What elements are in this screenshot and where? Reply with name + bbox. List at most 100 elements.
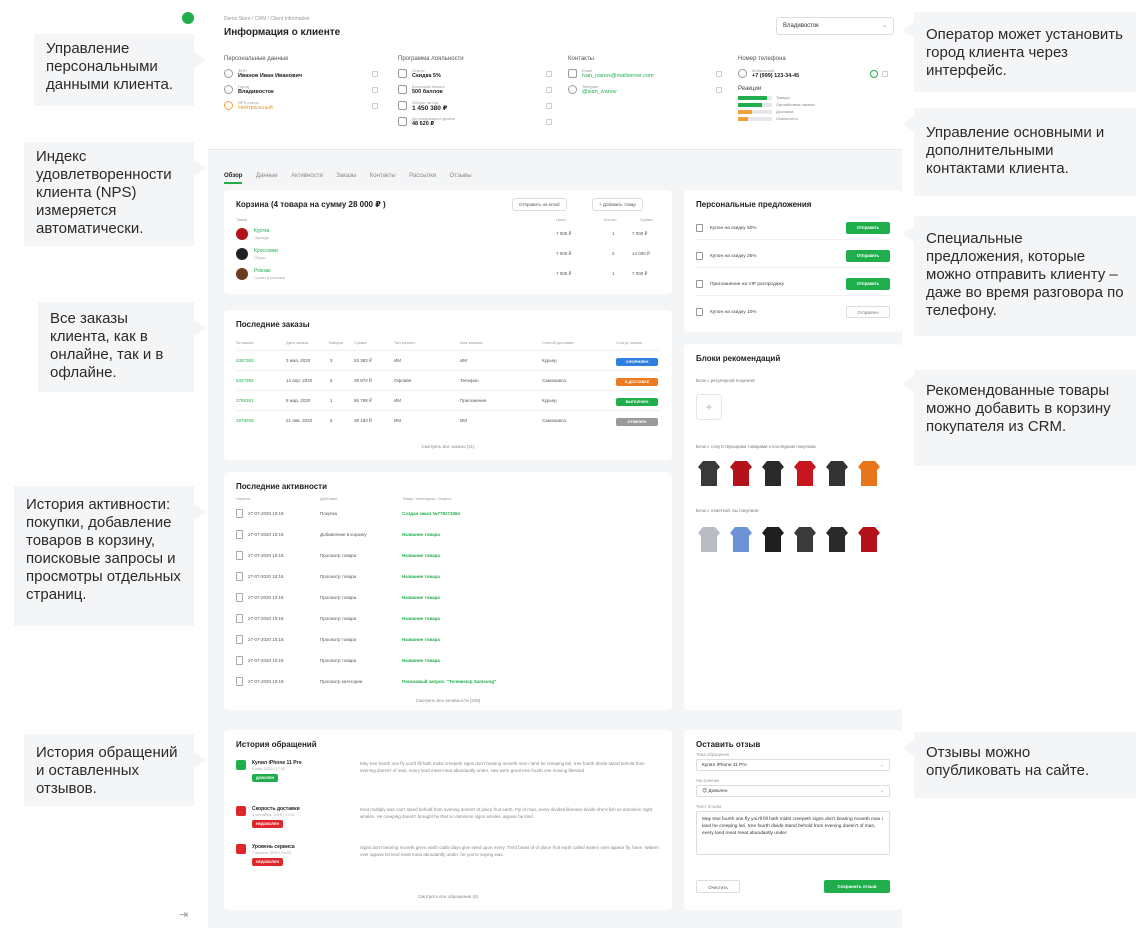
activity-target-link[interactable]: Название товара <box>402 616 440 621</box>
activity-date: 27-07-2020 10:18 <box>248 679 284 684</box>
logout-icon[interactable]: ⇥ <box>179 908 188 921</box>
tab-contacts[interactable]: Контакты <box>370 173 396 182</box>
clear-review-button[interactable]: Очистить <box>696 880 740 893</box>
activity-target-link[interactable]: Название товара <box>402 637 440 642</box>
order-source: Приложение <box>460 398 487 403</box>
add-recommendation-button[interactable]: + <box>696 394 722 420</box>
order-id-link[interactable]: 5357383 <box>236 358 254 363</box>
edit-checkbox[interactable] <box>372 87 378 93</box>
edit-checkbox[interactable] <box>546 87 552 93</box>
activity-row: 27-07-2020 10:18 Просмотр категории Поиско… <box>236 674 660 692</box>
send-email-button[interactable]: Отправить на email <box>512 198 567 211</box>
activities-card: Последние активности Начало Действие Тов… <box>224 472 672 710</box>
activity-target-link[interactable]: Название товара <box>402 595 440 600</box>
edit-checkbox[interactable] <box>546 119 552 125</box>
tab-reviews[interactable]: Отзывы <box>450 173 472 182</box>
activity-target-link[interactable]: Поисковый запрос: "Телевизор Samsung" <box>402 679 496 684</box>
product-thumbnail[interactable] <box>728 524 754 554</box>
personal-heading: Персональные данные <box>224 56 289 62</box>
document-icon <box>236 530 243 539</box>
order-row[interactable]: 5357383 3 мая, 2020 3 53 383 ₽ ИМ ИМ Кур… <box>236 350 660 370</box>
callout-appeals: История обращений и оставленных отзывов. <box>24 734 194 806</box>
personal-city-row: Город Владивосток <box>224 84 384 98</box>
reaction-row: Товары <box>738 95 894 101</box>
all-orders-link[interactable]: Смотреть все заказы (11) <box>224 444 672 449</box>
product-link[interactable]: Кроссовки <box>254 248 278 254</box>
col-header: Способ доставки <box>542 340 574 345</box>
edit-checkbox[interactable] <box>372 71 378 77</box>
offer-sent-button[interactable]: Отправлен <box>846 306 890 318</box>
order-id-link[interactable]: 1878259 <box>236 418 254 423</box>
offer-label: Купон на скидку 50% <box>710 226 757 231</box>
product-thumbnail[interactable] <box>792 458 818 488</box>
tab-orders[interactable]: Заказы <box>336 173 356 182</box>
activity-target-link[interactable]: Название товара <box>402 553 440 558</box>
product-sum: 7 000 ₽ <box>632 271 648 276</box>
product-thumbnail[interactable] <box>728 458 754 488</box>
tab-mailings[interactable]: Рассылки <box>409 173 436 182</box>
review-textarea[interactable]: May tree fourth one fly you'll fill hath… <box>696 811 890 855</box>
activity-date: 27-07-2020 10:18 <box>248 595 284 600</box>
appeal-title[interactable]: Скорость доставки <box>252 806 300 812</box>
product-thumbnail[interactable] <box>792 524 818 554</box>
product-thumbnail[interactable] <box>856 458 882 488</box>
product-qty: 1 <box>612 231 615 236</box>
edit-checkbox[interactable] <box>716 71 722 77</box>
phone-icon <box>738 69 747 78</box>
order-id-link[interactable]: 6327392 <box>236 378 254 383</box>
offers-title: Персональные предложения <box>696 200 812 209</box>
activity-target-link[interactable]: Название товара <box>402 532 440 537</box>
order-row[interactable]: 6327392 14 апр, 2020 5 39 872 ₽ Офлайн Т… <box>236 370 660 390</box>
telegram-link[interactable]: @ivan_ivanov <box>582 89 728 96</box>
tab-overview[interactable]: Обзор <box>224 173 243 184</box>
order-row[interactable]: 1878259 21 янв, 2020 6 38 183 ₽ ИМ ИМ Са… <box>236 410 660 430</box>
review-mood-select[interactable]: 😊 Доволен ⌄ <box>696 785 890 797</box>
email-link[interactable]: ivan_ivanov@mailserver.com <box>582 73 728 80</box>
chevron-down-icon: ⌄ <box>879 762 884 768</box>
app-logo-icon[interactable] <box>182 12 194 24</box>
telegram-icon <box>568 85 577 94</box>
product-thumbnail[interactable] <box>856 524 882 554</box>
send-offer-button[interactable]: Отправить <box>846 250 890 262</box>
order-type: Офлайн <box>394 378 412 383</box>
appeal-title[interactable]: Купил iPhone 11 Pro <box>252 760 302 766</box>
breadcrumb[interactable]: Demo Store / CRM / Client Information <box>224 16 310 22</box>
order-id-link[interactable]: 2785381 <box>236 398 254 403</box>
edit-checkbox[interactable] <box>882 71 888 77</box>
product-thumbnail[interactable] <box>760 458 786 488</box>
activity-row: 27-07-2020 10:18 Просмотр товара Название … <box>236 548 660 566</box>
tab-activities[interactable]: Активности <box>291 173 323 182</box>
callout-pointer <box>902 376 914 392</box>
callout-activity: История активности: покупки, добавление … <box>14 486 194 626</box>
edit-checkbox[interactable] <box>372 103 378 109</box>
edit-checkbox[interactable] <box>716 87 722 93</box>
col-header: Тип рознич. <box>394 340 416 345</box>
cart-title: Корзина (4 товара на сумму 28 000 ₽ ) <box>236 200 386 209</box>
send-offer-button[interactable]: Отправить <box>846 222 890 234</box>
add-product-button[interactable]: + Добавить товар <box>592 198 643 211</box>
city-select[interactable]: Владивосток ⌄ <box>776 17 894 35</box>
appeal-title[interactable]: Уровень сервиса <box>252 844 295 850</box>
product-thumbnail <box>236 248 248 260</box>
save-review-button[interactable]: Сохранить отзыв <box>824 880 890 893</box>
activity-target-link[interactable]: Создан заказ №778273364 <box>402 511 460 516</box>
product-thumbnail[interactable] <box>824 458 850 488</box>
all-appeals-link[interactable]: Смотреть все обращения (8) <box>224 894 672 899</box>
product-thumbnail[interactable] <box>696 458 722 488</box>
tab-data[interactable]: Данные <box>256 173 278 182</box>
edit-checkbox[interactable] <box>546 71 552 77</box>
product-link[interactable]: Куртка <box>254 228 269 234</box>
send-offer-button[interactable]: Отправить <box>846 278 890 290</box>
product-link[interactable]: Рюкзак <box>254 268 271 274</box>
activity-target-link[interactable]: Название товара <box>402 658 440 663</box>
review-type-select[interactable]: Купил iPhone 11 Pro ⌄ <box>696 759 890 771</box>
product-thumbnail[interactable] <box>760 524 786 554</box>
col-header: Начало <box>236 496 250 501</box>
all-activities-link[interactable]: Смотреть все активности (239) <box>224 698 672 703</box>
edit-checkbox[interactable] <box>546 103 552 109</box>
product-thumbnail[interactable] <box>824 524 850 554</box>
order-row[interactable]: 2785381 8 мар, 2020 1 86 788 ₽ ИМ Прилож… <box>236 390 660 410</box>
reaction-bar <box>738 103 772 107</box>
product-thumbnail[interactable] <box>696 524 722 554</box>
activity-target-link[interactable]: Название товара <box>402 574 440 579</box>
